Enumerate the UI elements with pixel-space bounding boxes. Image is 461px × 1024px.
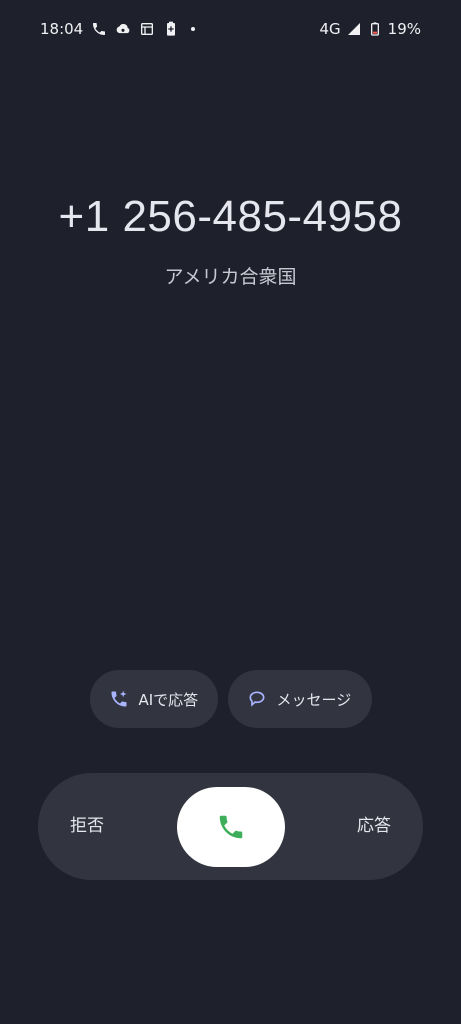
phone-icon [91,21,107,37]
call-action-chips: AIで応答 メッセージ [0,670,461,728]
network-type: 4G [319,20,341,38]
answer-slider[interactable]: 拒否 応答 [38,773,423,880]
battery-saver-icon [163,21,179,37]
ai-answer-label: AIで応答 [138,690,199,709]
answer-phone-icon [219,815,243,839]
answer-label[interactable]: 応答 [357,773,391,880]
status-left: 18:04 [40,20,196,38]
notification-dot-icon [191,27,196,31]
ai-call-icon [109,689,129,709]
ai-answer-button[interactable]: AIで応答 [89,670,218,728]
sim-card-icon [139,21,155,37]
signal-icon [346,21,362,37]
decline-label[interactable]: 拒否 [70,773,104,880]
status-time: 18:04 [40,20,84,38]
caller-location: アメリカ合衆国 [164,266,297,288]
caller-number: +1 256-485-4958 [58,192,403,241]
battery-icon [367,21,383,37]
message-bubble-icon [247,689,267,709]
status-right: 4G 19% [319,20,421,38]
status-bar: 18:04 4G 19% [40,18,421,40]
message-label: メッセージ [276,690,352,709]
battery-percent: 19% [387,20,421,38]
cloud-sync-icon [115,21,131,37]
answer-handle[interactable] [177,787,285,867]
message-button[interactable]: メッセージ [227,670,372,728]
incoming-call-screen: 18:04 4G 19% +1 256-485-4958 アメリカ合衆国 AIで… [0,0,461,1024]
